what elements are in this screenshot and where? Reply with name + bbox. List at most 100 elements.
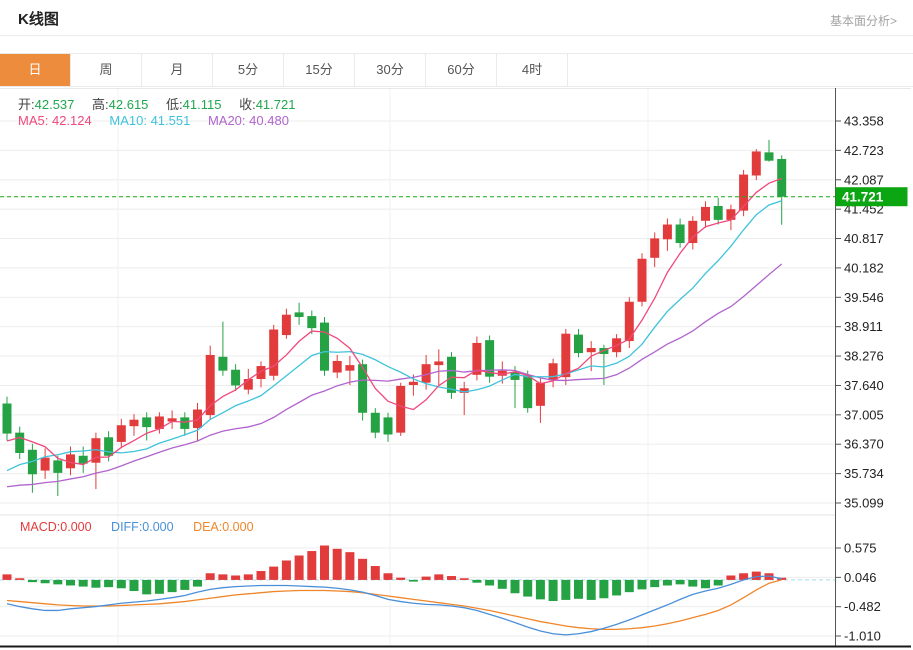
macd-bar <box>434 574 443 580</box>
macd-bar <box>155 580 164 594</box>
y-axis-label: 35.734 <box>844 466 884 481</box>
macd-bar <box>511 580 520 593</box>
candle-body <box>650 238 659 257</box>
macd-bar <box>168 580 177 592</box>
macd-bar <box>66 580 75 586</box>
candle-body <box>269 330 278 376</box>
tab-m30[interactable]: 30分 <box>355 54 426 86</box>
macd-bar <box>180 580 189 590</box>
macd-bar <box>371 566 380 580</box>
macd-bar <box>345 552 354 580</box>
macd-bar <box>650 580 659 587</box>
macd-bar <box>79 580 88 587</box>
candle-body <box>536 383 545 406</box>
macd-bar <box>307 551 316 580</box>
y-axis-label: 38.276 <box>844 349 884 364</box>
macd-bar <box>409 580 418 582</box>
macd-bar <box>536 580 545 599</box>
macd-bar <box>587 580 596 600</box>
macd-bar <box>130 580 139 591</box>
candle-body <box>752 151 761 175</box>
macd-axis-label: 0.046 <box>844 570 877 585</box>
candle-body <box>574 335 583 354</box>
candle-body <box>777 159 786 197</box>
candle-body <box>434 361 443 365</box>
candle-body <box>561 334 570 377</box>
tab-day[interactable]: 日 <box>0 54 71 86</box>
candle-body <box>320 323 329 371</box>
candle-body <box>104 437 113 456</box>
macd-bar <box>282 560 291 579</box>
candle-body <box>333 361 342 373</box>
macd-bar <box>257 571 266 580</box>
macd-bar <box>117 580 126 588</box>
macd-bar <box>15 578 24 580</box>
candle-body <box>676 225 685 244</box>
candle-body <box>345 365 354 371</box>
tab-m15[interactable]: 15分 <box>284 54 355 86</box>
candle-body <box>396 386 405 433</box>
candle-body <box>663 225 672 240</box>
macd-bar <box>206 573 215 580</box>
macd-bar <box>561 580 570 600</box>
candle-body <box>3 404 12 434</box>
macd-bar <box>218 574 227 580</box>
tab-week[interactable]: 周 <box>71 54 142 86</box>
macd-bar <box>193 580 202 587</box>
macd-bar <box>358 559 367 580</box>
candle-body <box>295 312 304 317</box>
candle-body <box>739 175 748 211</box>
candle-body <box>371 413 380 433</box>
macd-bar <box>549 580 558 601</box>
tab-m5[interactable]: 5分 <box>213 54 284 86</box>
macd-bar <box>231 575 240 579</box>
macd-bar <box>498 580 507 589</box>
candle-body <box>688 221 697 243</box>
y-axis-label: 37.640 <box>844 378 884 393</box>
candle-body <box>701 207 710 221</box>
y-axis-label: 40.182 <box>844 260 884 275</box>
tab-h4[interactable]: 4时 <box>497 54 568 86</box>
ma5-line <box>7 179 782 465</box>
candle-body <box>117 425 126 442</box>
y-axis-label: 43.358 <box>844 114 884 129</box>
macd-bar <box>485 580 494 586</box>
candle-body <box>130 420 139 426</box>
candle-body <box>726 209 735 220</box>
candle-body <box>218 357 227 371</box>
macd-bar <box>599 580 608 598</box>
macd-bar <box>701 580 710 588</box>
y-axis-label: 40.817 <box>844 231 884 246</box>
candle-body <box>587 348 596 352</box>
macd-bar <box>447 576 456 580</box>
y-axis-label: 35.099 <box>844 496 884 511</box>
last-price-tag-text: 41.721 <box>842 190 884 205</box>
candle-body <box>15 433 24 453</box>
macd-bar <box>422 577 431 580</box>
macd-bar <box>333 549 342 580</box>
candle-body <box>549 363 558 380</box>
y-axis-label: 42.723 <box>844 143 884 158</box>
candle-body <box>765 152 774 160</box>
candle-body <box>193 410 202 429</box>
macd-bar <box>53 580 62 584</box>
macd-bar <box>295 555 304 579</box>
candle-body <box>384 417 393 434</box>
tab-month[interactable]: 月 <box>142 54 213 86</box>
candle-body <box>41 458 50 471</box>
y-axis-label: 39.546 <box>844 290 884 305</box>
macd-bar <box>676 580 685 584</box>
tab-m60[interactable]: 60分 <box>426 54 497 86</box>
page-title: K线图 <box>18 8 59 29</box>
macd-bar <box>460 578 469 580</box>
candle-body <box>282 315 291 335</box>
macd-bar <box>663 580 672 586</box>
fundamental-analysis-link[interactable]: 基本面分析> <box>830 12 897 29</box>
candle-body <box>523 375 532 408</box>
candle-body <box>409 382 418 385</box>
macd-bar <box>472 580 481 583</box>
kline-chart-canvas[interactable]: 43.35842.72342.08741.45240.81740.18239.5… <box>0 88 913 650</box>
macd-bar <box>523 580 532 597</box>
y-axis-label: 38.911 <box>844 319 883 334</box>
macd-bar <box>752 572 761 580</box>
